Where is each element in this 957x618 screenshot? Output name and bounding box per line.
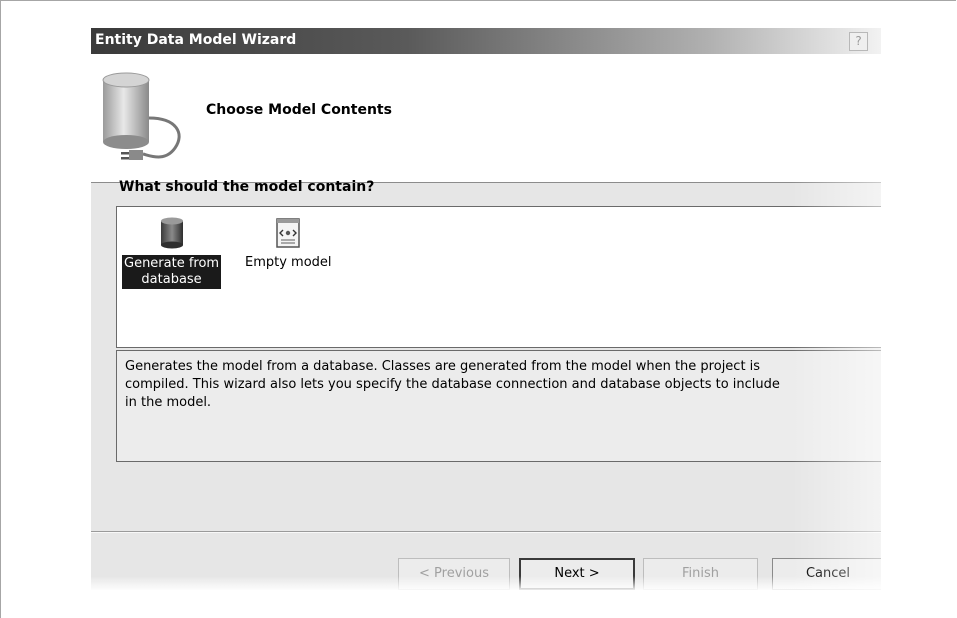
step-title: Choose Model Contents (206, 102, 392, 118)
option-generate-from-database[interactable]: Generate from database (122, 217, 222, 289)
database-icon (160, 217, 183, 249)
wizard-dialog: Entity Data Model Wizard ? Choose Model … (91, 28, 881, 590)
previous-button[interactable]: < Previous (398, 558, 510, 590)
next-button[interactable]: Next > (519, 558, 635, 590)
question-label: What should the model contain? (119, 179, 375, 195)
option-description: Generates the model from a database. Cla… (116, 350, 881, 462)
cancel-button[interactable]: Cancel (772, 558, 881, 590)
empty-model-icon (276, 218, 301, 248)
option-label-empty: Empty model (245, 255, 332, 270)
finish-button[interactable]: Finish (643, 558, 758, 590)
wizard-banner: Choose Model Contents (91, 54, 881, 183)
help-button[interactable]: ? (849, 32, 868, 51)
title-bar: Entity Data Model Wizard ? (91, 28, 881, 54)
database-plug-icon (102, 72, 181, 160)
window-title: Entity Data Model Wizard (95, 32, 297, 48)
button-separator (91, 531, 881, 533)
option-empty-model[interactable]: Empty model (245, 217, 332, 271)
model-contents-list[interactable]: Generate from database Empty model (116, 206, 881, 348)
option-label-generate: Generate from database (122, 255, 222, 289)
